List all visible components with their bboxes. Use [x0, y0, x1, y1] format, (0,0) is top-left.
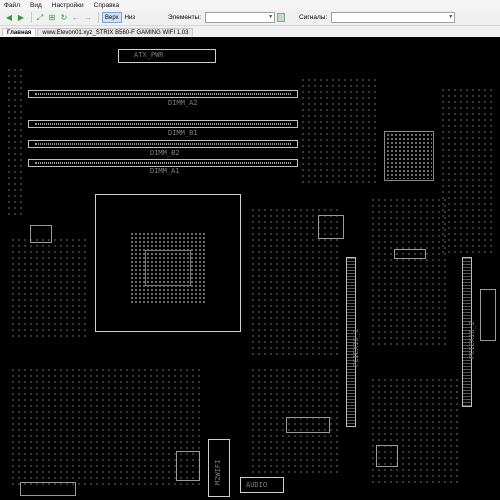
- bottom-left-components: [10, 367, 200, 487]
- dimm-a1-label: DIMM_A1: [150, 167, 180, 175]
- atx-pwr-connector[interactable]: [118, 49, 216, 63]
- chipset-outline: [384, 131, 434, 181]
- dimm-pins: [35, 143, 291, 145]
- menu-file[interactable]: Файл: [4, 2, 20, 9]
- signals-combo[interactable]: ▼: [331, 12, 456, 23]
- menu-view[interactable]: Вид: [30, 2, 42, 9]
- dimm-slot-a1[interactable]: [28, 159, 298, 167]
- dimm-slot-a2[interactable]: [28, 90, 298, 98]
- pciex16-2-label: PCIEX16_2: [468, 321, 476, 359]
- left-lower-components: [10, 237, 90, 337]
- bottom-right-components: [370, 377, 460, 487]
- dimm-pins: [35, 123, 291, 125]
- chipset-components: [370, 197, 450, 347]
- vrm-components: [300, 77, 380, 187]
- tab-main[interactable]: Главная: [2, 28, 37, 36]
- pciex16-1-label: PCIEX16_1: [352, 329, 360, 367]
- signals-label: Сигналы:: [299, 14, 328, 21]
- dimm-b1-label: DIMM_B1: [168, 129, 198, 137]
- dimm-pins: [35, 162, 291, 164]
- zoom-fit-icon[interactable]: ⤢: [35, 13, 45, 23]
- ic-chip[interactable]: [20, 482, 76, 496]
- elements-combo[interactable]: ▼: [205, 12, 276, 23]
- dimm-pins: [35, 93, 291, 95]
- rotate-icon[interactable]: ↻: [59, 13, 69, 23]
- pin-icon[interactable]: [277, 13, 286, 22]
- chevron-down-icon: ▼: [448, 14, 454, 20]
- dimm-a2-label: DIMM_A2: [168, 99, 198, 107]
- ic-chip[interactable]: [286, 417, 330, 433]
- dimm-slot-b2[interactable]: [28, 140, 298, 148]
- prev-icon[interactable]: ←: [71, 13, 81, 23]
- menu-bar: Файл Вид Настройки Справка: [0, 0, 500, 10]
- cpu-core-area: [145, 250, 191, 286]
- atx-pwr-label: ATX_PWR: [134, 51, 164, 59]
- toolbar: ◀ ▶ ⤢ ⊞ ↻ ← → Верх Низ Элементы: ▼ Сигна…: [0, 10, 500, 26]
- back-arrow-icon[interactable]: ◀: [4, 13, 14, 23]
- zoom-area-icon[interactable]: ⊞: [47, 13, 57, 23]
- view-top-button[interactable]: Верх: [102, 12, 122, 23]
- ic-chip[interactable]: [480, 289, 496, 341]
- tab-board-file[interactable]: www.Elevon01.xyz_STRIX B560-F GAMING WIF…: [37, 28, 194, 36]
- ic-chip[interactable]: [394, 249, 426, 259]
- ic-chip[interactable]: [30, 225, 52, 243]
- audio-label: AUDIO: [246, 481, 268, 489]
- tab-bar: Главная www.Elevon01.xyz_STRIX B560-F GA…: [0, 27, 500, 36]
- dimm-slot-b1[interactable]: [28, 120, 298, 128]
- elements-label: Элементы:: [168, 14, 202, 21]
- next-icon[interactable]: →: [83, 13, 93, 23]
- ic-chip[interactable]: [176, 451, 200, 481]
- ic-chip[interactable]: [318, 215, 344, 239]
- ic-chip[interactable]: [376, 445, 398, 467]
- chevron-down-icon: ▼: [268, 14, 274, 20]
- left-passives: [6, 67, 26, 217]
- view-bottom-button[interactable]: Низ: [122, 12, 138, 23]
- forward-arrow-icon[interactable]: ▶: [16, 13, 26, 23]
- board-canvas[interactable]: ATX_PWR DIMM_A2 DIMM_B1 DIMM_B2 DIMM_A1 …: [0, 37, 500, 500]
- dimm-b2-label: DIMM_B2: [150, 149, 180, 157]
- toolbar-separator: [31, 12, 32, 23]
- menu-settings[interactable]: Настройки: [52, 2, 84, 9]
- m2wifi-label: M2WIFI: [214, 459, 222, 485]
- menu-help[interactable]: Справка: [94, 2, 120, 9]
- toolbar-separator: [98, 12, 99, 23]
